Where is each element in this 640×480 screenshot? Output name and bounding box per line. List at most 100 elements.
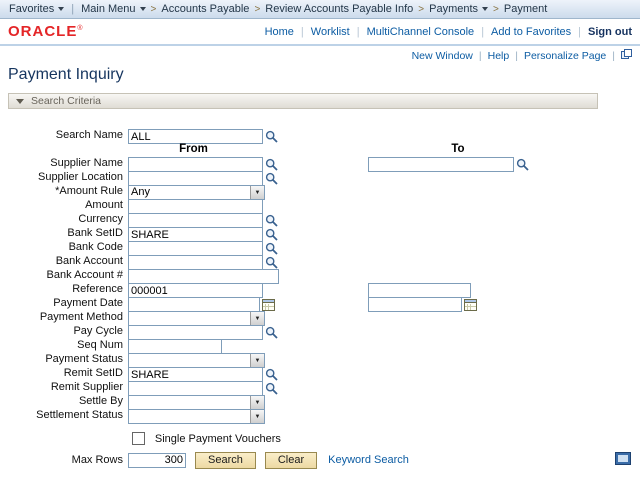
bottom-corner-page-icon-inner: [618, 455, 628, 462]
field-row-search-name: Search Name: [8, 129, 640, 143]
supplier-name-input[interactable]: [128, 157, 263, 172]
field-row-pay-cycle: Pay Cycle: [8, 325, 640, 339]
field-label-bank-account: Bank Account #: [8, 269, 123, 282]
search-criteria-section-header[interactable]: Search Criteria: [8, 93, 598, 109]
registered-mark: ®: [77, 25, 83, 32]
breadcrumb-item-payments[interactable]: Payments: [425, 3, 492, 15]
utility-link-personalize-page[interactable]: Personalize Page: [524, 50, 606, 62]
header-link-worklist[interactable]: Worklist: [311, 26, 350, 38]
dropdown-arrow-icon[interactable]: ▼: [250, 396, 264, 409]
field-label-bank-setid: Bank SetID: [8, 227, 123, 240]
remit-setid-lookup-icon[interactable]: [265, 368, 278, 381]
pay-cycle-input[interactable]: [128, 325, 263, 340]
breadcrumb-item-main-menu[interactable]: Main Menu: [77, 3, 149, 15]
clear-button[interactable]: Clear: [265, 452, 317, 469]
payment-method-select[interactable]: ▼: [128, 311, 265, 326]
field-label-supplier-location: Supplier Location: [8, 171, 123, 184]
dropdown-arrow-icon[interactable]: ▼: [250, 354, 264, 367]
remit-supplier-lookup-icon[interactable]: [265, 382, 278, 395]
search-button[interactable]: Search: [195, 452, 256, 469]
header-link-separator: |: [481, 26, 484, 38]
utility-link-new-window[interactable]: New Window: [412, 50, 473, 62]
payment-date-to-calendar-icon[interactable]: [464, 298, 477, 311]
settle-by-select[interactable]: ▼: [128, 395, 265, 410]
field-row-payment-status: Payment Status ▼: [8, 353, 640, 367]
settlement-status-select[interactable]: ▼: [128, 409, 265, 424]
breadcrumb-item-payment[interactable]: Payment: [500, 3, 551, 15]
breadcrumb-item-review-accounts-payable-info[interactable]: Review Accounts Payable Info: [261, 3, 417, 15]
breadcrumb-item-favorites[interactable]: Favorites: [5, 3, 68, 15]
section-expand-icon[interactable]: [16, 99, 24, 104]
breadcrumb-separator: >: [150, 4, 158, 15]
payment-date-input[interactable]: [128, 297, 260, 312]
search-criteria-heading: Search Criteria: [31, 95, 101, 107]
bank-code-input[interactable]: [128, 241, 263, 256]
search-name-input[interactable]: [128, 129, 263, 144]
dropdown-arrow-icon[interactable]: ▼: [250, 186, 264, 199]
single-payment-label: Single Payment Vouchers: [155, 433, 281, 445]
header-link-home[interactable]: Home: [265, 26, 294, 38]
bank-setid-lookup-icon[interactable]: [265, 228, 278, 241]
supplier-name-to-lookup-icon[interactable]: [516, 158, 529, 171]
amount-input[interactable]: [128, 199, 263, 214]
keyword-search-link[interactable]: Keyword Search: [328, 454, 409, 466]
field-row-bank-code: Bank Code: [8, 241, 640, 255]
bottom-corner-page-icon[interactable]: [615, 452, 631, 465]
currency-input[interactable]: [128, 213, 263, 228]
currency-lookup-icon[interactable]: [265, 214, 278, 227]
bank-setid-input[interactable]: [128, 227, 263, 242]
remit-setid-input[interactable]: [128, 367, 263, 382]
dropdown-arrow-icon[interactable]: ▼: [250, 410, 264, 423]
bank-account-input[interactable]: [128, 269, 279, 284]
seq-num-input[interactable]: [128, 339, 222, 354]
reference-input[interactable]: [128, 283, 263, 298]
header-link-separator: |: [578, 26, 581, 38]
bank-code-lookup-icon[interactable]: [265, 242, 278, 255]
field-label-search-name: Search Name: [8, 129, 123, 142]
breadcrumb-separator: >: [253, 4, 261, 15]
field-row-settle-by: Settle By ▼: [8, 395, 640, 409]
reference-to-input[interactable]: [368, 283, 471, 298]
chevron-down-icon: [482, 7, 488, 11]
copy-url-icon[interactable]: [621, 49, 632, 63]
field-label-pay-cycle: Pay Cycle: [8, 325, 123, 338]
search-name-lookup-icon[interactable]: [265, 130, 278, 143]
utility-link-separator: |: [612, 50, 615, 62]
field-label-amount-rule: *Amount Rule: [8, 185, 123, 198]
amount-rule-select[interactable]: Any▼: [128, 185, 265, 200]
breadcrumb-separator: >: [492, 4, 500, 15]
supplier-location-input[interactable]: [128, 171, 263, 186]
header-link-add-to-favorites[interactable]: Add to Favorites: [491, 26, 571, 38]
chevron-down-icon: [140, 7, 146, 11]
bank-account-input[interactable]: [128, 255, 263, 270]
supplier-name-lookup-icon[interactable]: [265, 158, 278, 171]
field-row-payment-date: Payment Date: [8, 297, 640, 311]
payment-inquiry-screen: Favorites|Main Menu>Accounts Payable>Rev…: [0, 0, 640, 480]
payment-status-select[interactable]: ▼: [128, 353, 265, 368]
supplier-name-to-input[interactable]: [368, 157, 514, 172]
breadcrumb: Favorites|Main Menu>Accounts Payable>Rev…: [0, 0, 640, 19]
field-row-supplier-location: Supplier Location: [8, 171, 640, 185]
breadcrumb-item-accounts-payable[interactable]: Accounts Payable: [157, 3, 253, 15]
field-row-payment-method: Payment Method ▼: [8, 311, 640, 325]
payment-date-calendar-icon[interactable]: [262, 298, 275, 311]
chevron-down-icon: [58, 7, 64, 11]
remit-supplier-input[interactable]: [128, 381, 263, 396]
column-headers-row: FromTo: [8, 143, 640, 157]
field-row-remit-supplier: Remit Supplier: [8, 381, 640, 395]
field-label-reference: Reference: [8, 283, 123, 296]
utility-link-help[interactable]: Help: [488, 50, 510, 62]
payment-date-to-input[interactable]: [368, 297, 462, 312]
field-label-payment-date: Payment Date: [8, 297, 123, 310]
sign-out-link[interactable]: Sign out: [588, 26, 632, 38]
single-payment-checkbox[interactable]: [132, 432, 145, 445]
dropdown-arrow-icon[interactable]: ▼: [250, 312, 264, 325]
supplier-location-lookup-icon[interactable]: [265, 172, 278, 185]
pay-cycle-lookup-icon[interactable]: [265, 326, 278, 339]
bank-account-lookup-icon[interactable]: [265, 256, 278, 269]
actions-row: Max Rows Search Clear Keyword Search: [8, 451, 640, 469]
header-link-multichannel-console[interactable]: MultiChannel Console: [367, 26, 475, 38]
max-rows-input[interactable]: [128, 453, 186, 468]
field-label-settle-by: Settle By: [8, 395, 123, 408]
from-column-header: From: [128, 143, 259, 155]
